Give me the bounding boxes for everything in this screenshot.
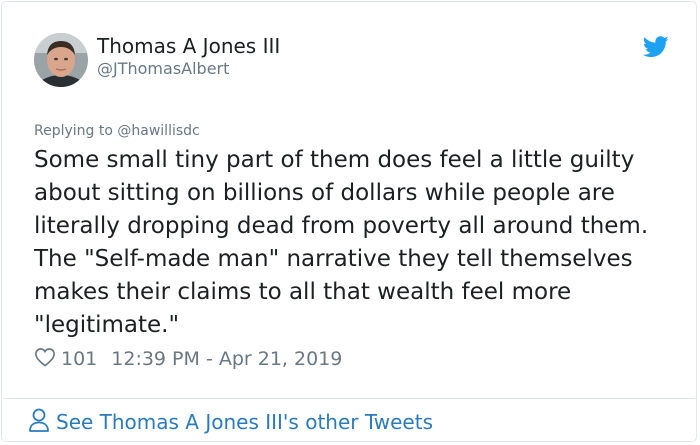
like-count[interactable]: 101 <box>61 348 97 370</box>
timestamp[interactable]: 12:39 PM - Apr 21, 2019 <box>111 348 342 370</box>
tweet-card: Thomas A Jones III @JThomasAlbert Replyi… <box>1 1 697 442</box>
avatar[interactable] <box>34 33 88 87</box>
author-name[interactable]: Thomas A Jones III <box>97 33 280 59</box>
divider <box>3 398 695 399</box>
twitter-bird-icon[interactable] <box>642 36 669 58</box>
replying-to: Replying to @hawillisdc <box>34 122 200 140</box>
reply-to-handle[interactable]: @hawillisdc <box>117 123 199 139</box>
author-handle[interactable]: @JThomasAlbert <box>97 59 229 79</box>
see-other-tweets-label[interactable]: See Thomas A Jones III's other Tweets <box>56 410 433 434</box>
reply-prefix: Replying to <box>34 123 118 139</box>
see-other-tweets-link[interactable]: See Thomas A Jones III's other Tweets <box>28 407 433 437</box>
tweet-meta: 101 12:39 PM - Apr 21, 2019 <box>34 346 342 372</box>
heart-icon[interactable] <box>34 347 61 372</box>
tweet-text: Some small tiny part of them does feel a… <box>34 147 649 338</box>
person-icon <box>28 407 56 438</box>
